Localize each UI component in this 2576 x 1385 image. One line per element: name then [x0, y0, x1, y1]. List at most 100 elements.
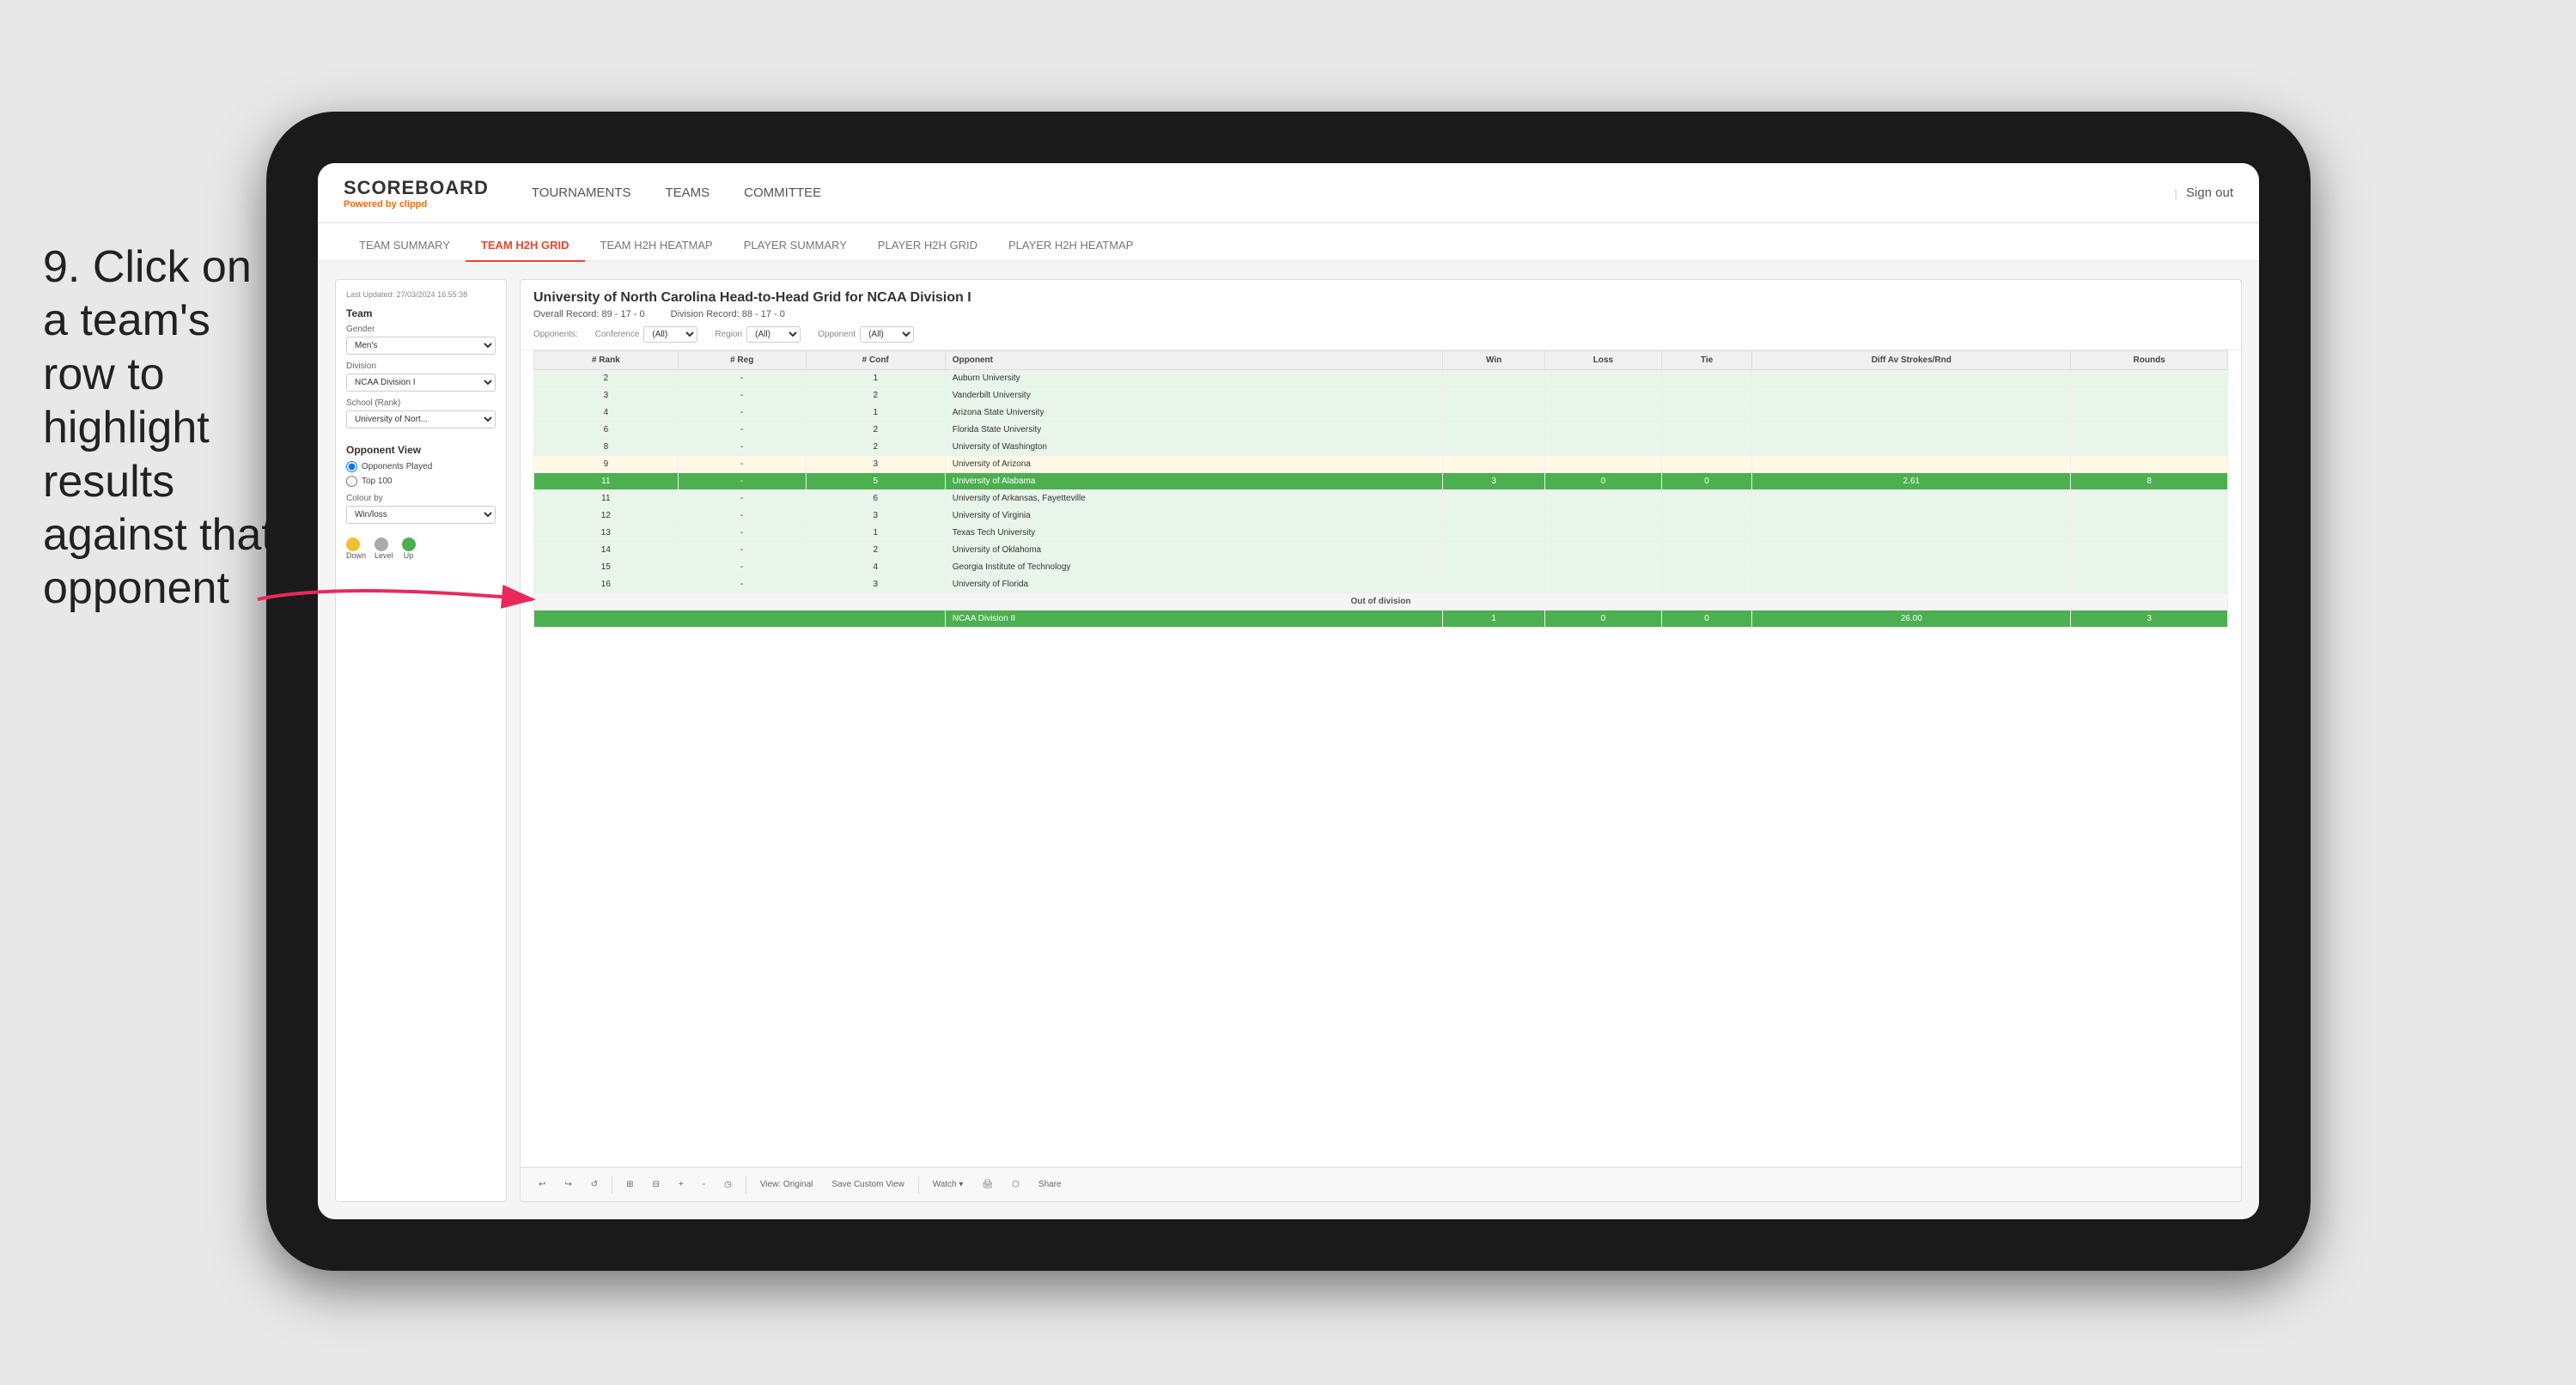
cell-rank: 12: [534, 507, 679, 525]
grid-expand-button[interactable]: ⊞: [621, 1177, 638, 1192]
zoom-in-button[interactable]: +: [673, 1177, 689, 1192]
legend-level-label: Level: [375, 551, 393, 560]
gender-select[interactable]: Men's: [346, 337, 496, 355]
cell-tie: [1661, 542, 1751, 559]
cell-diff: [1752, 422, 2071, 439]
cell-conf: 1: [806, 370, 945, 387]
cell-conf: 2: [806, 422, 945, 439]
time-button[interactable]: ◷: [719, 1177, 737, 1192]
tab-team-h2h-heatmap[interactable]: TEAM H2H HEATMAP: [585, 230, 728, 262]
cell-rank: 6: [534, 422, 679, 439]
refresh-button[interactable]: ↺: [586, 1177, 603, 1192]
cell-win: [1443, 525, 1545, 542]
col-rounds: Rounds: [2071, 351, 2228, 370]
nav-tournaments[interactable]: TOURNAMENTS: [532, 181, 631, 204]
table-row[interactable]: 14 - 2 University of Oklahoma: [534, 542, 2228, 559]
legend-down-dot: [346, 538, 360, 551]
radio-opponents-played[interactable]: Opponents Played: [346, 461, 496, 472]
cell-opponent: University of Arizona: [945, 456, 1443, 473]
table-row[interactable]: 4 - 1 Arizona State University: [534, 404, 2228, 422]
cell-win: [1443, 422, 1545, 439]
zoom-out-button[interactable]: -: [697, 1177, 710, 1192]
table-row[interactable]: 9 - 3 University of Arizona: [534, 456, 2228, 473]
table-row[interactable]: 11 - 6 University of Arkansas, Fayettevi…: [534, 490, 2228, 507]
table-row[interactable]: 8 - 2 University of Washington: [534, 439, 2228, 456]
cell-diff: [1752, 439, 2071, 456]
out-of-division-row[interactable]: NCAA Division II 1 0 0 26.00 3: [534, 610, 2228, 628]
col-tie: Tie: [1661, 351, 1751, 370]
print-button[interactable]: 🖨: [977, 1177, 998, 1192]
section-header-row: Out of division: [534, 593, 2228, 610]
cell-conf: 2: [806, 387, 945, 404]
cell-tie: [1661, 576, 1751, 593]
cell-rank: 13: [534, 525, 679, 542]
tab-team-h2h-grid[interactable]: TEAM H2H GRID: [466, 230, 585, 262]
region-select[interactable]: (All): [746, 326, 801, 343]
cell-rounds: [2071, 542, 2228, 559]
grid-collapse-button[interactable]: ⊟: [648, 1177, 665, 1192]
tab-player-summary[interactable]: PLAYER SUMMARY: [728, 230, 862, 262]
share-icon-button[interactable]: ⬡: [1007, 1177, 1025, 1192]
cell-loss: [1545, 387, 1662, 404]
table-row[interactable]: 16 - 3 University of Florida: [534, 576, 2228, 593]
nav-teams[interactable]: TEAMS: [665, 181, 709, 204]
nav-committee[interactable]: COMMITTEE: [744, 181, 821, 204]
opponent-select[interactable]: (All): [860, 326, 914, 343]
cell-tie: [1661, 370, 1751, 387]
cell-conf: 2: [806, 439, 945, 456]
tab-player-h2h-heatmap[interactable]: PLAYER H2H HEATMAP: [993, 230, 1148, 262]
cell-loss: [1545, 542, 1662, 559]
table-row[interactable]: 12 - 3 University of Virginia: [534, 507, 2228, 525]
cell-diff: [1752, 387, 2071, 404]
cell-opponent: University of Oklahoma: [945, 542, 1443, 559]
top-nav: SCOREBOARD Powered by clippd TOURNAMENTS…: [318, 163, 2259, 223]
table-row[interactable]: 15 - 4 Georgia Institute of Technology: [534, 559, 2228, 576]
cell-diff: [1752, 542, 2071, 559]
cell-rounds: [2071, 559, 2228, 576]
school-rank-select[interactable]: University of Nort...: [346, 410, 496, 428]
cell-opponent: Arizona State University: [945, 404, 1443, 422]
col-conf: # Conf: [806, 351, 945, 370]
cell-conf: 3: [806, 507, 945, 525]
share-button[interactable]: Share: [1033, 1177, 1067, 1192]
cell-rounds: [2071, 404, 2228, 422]
cell-tie: [1661, 525, 1751, 542]
cell-rounds: [2071, 370, 2228, 387]
cell-loss: [1545, 456, 1662, 473]
conference-select[interactable]: (All): [643, 326, 697, 343]
tab-team-summary[interactable]: TEAM SUMMARY: [344, 230, 466, 262]
main-content: Last Updated: 27/03/2024 16:55:38 Team G…: [318, 262, 2259, 1219]
table-row[interactable]: 6 - 2 Florida State University: [534, 422, 2228, 439]
tab-player-h2h-grid[interactable]: PLAYER H2H GRID: [862, 230, 993, 262]
school-rank-label: School (Rank): [346, 398, 496, 408]
cell-win: [1443, 387, 1545, 404]
table-row[interactable]: 11 - 5 University of Alabama 3 0 0 2.61 …: [534, 473, 2228, 490]
undo-button[interactable]: ↩: [533, 1177, 551, 1192]
cell-reg: -: [678, 542, 806, 559]
left-panel: Last Updated: 27/03/2024 16:55:38 Team G…: [335, 279, 507, 1202]
cell-tie: [1661, 490, 1751, 507]
timestamp: Last Updated: 27/03/2024 16:55:38: [346, 290, 496, 299]
colour-by-select[interactable]: Win/loss: [346, 506, 496, 524]
cell-opponent: Georgia Institute of Technology: [945, 559, 1443, 576]
save-custom-view-button[interactable]: Save Custom View: [826, 1177, 909, 1192]
overall-record: Overall Record: 89 - 17 - 0: [533, 309, 645, 319]
cell-tie: [1661, 456, 1751, 473]
cell-opponent: Florida State University: [945, 422, 1443, 439]
cell-diff: [1752, 525, 2071, 542]
table-row[interactable]: 3 - 2 Vanderbilt University: [534, 387, 2228, 404]
view-original-button[interactable]: View: Original: [755, 1177, 819, 1192]
instruction-text: 9. Click on a team's row to highlight re…: [43, 240, 283, 616]
opponent-view-label: Opponent View: [346, 444, 496, 456]
redo-button[interactable]: ↪: [559, 1177, 576, 1192]
cell-tie: [1661, 439, 1751, 456]
cell-loss: [1545, 439, 1662, 456]
cell-win: [1443, 490, 1545, 507]
cell-win: [1443, 542, 1545, 559]
table-row[interactable]: 2 - 1 Auburn University: [534, 370, 2228, 387]
table-row[interactable]: 13 - 1 Texas Tech University: [534, 525, 2228, 542]
sign-out-button[interactable]: Sign out: [2186, 181, 2233, 204]
division-select[interactable]: NCAA Division I: [346, 374, 496, 392]
radio-top-100[interactable]: Top 100: [346, 476, 496, 487]
watch-button[interactable]: Watch ▾: [928, 1177, 969, 1192]
